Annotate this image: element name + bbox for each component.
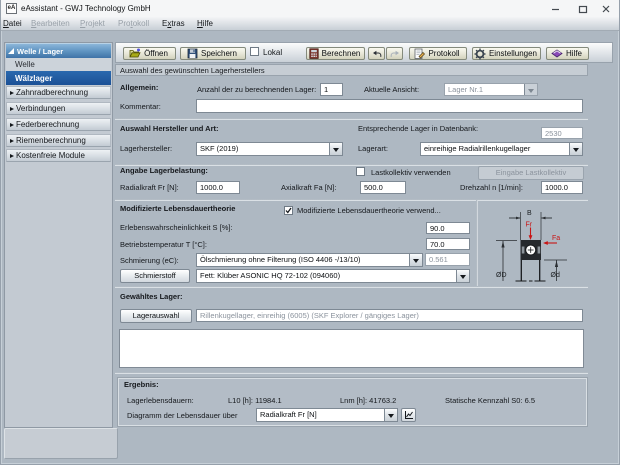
svg-text:Fr: Fr	[526, 222, 533, 229]
svg-text:B: B	[527, 210, 532, 217]
svg-text:Fa: Fa	[552, 235, 560, 242]
svg-text:Ød: Ød	[551, 272, 560, 279]
svg-text:ØD: ØD	[496, 272, 507, 279]
